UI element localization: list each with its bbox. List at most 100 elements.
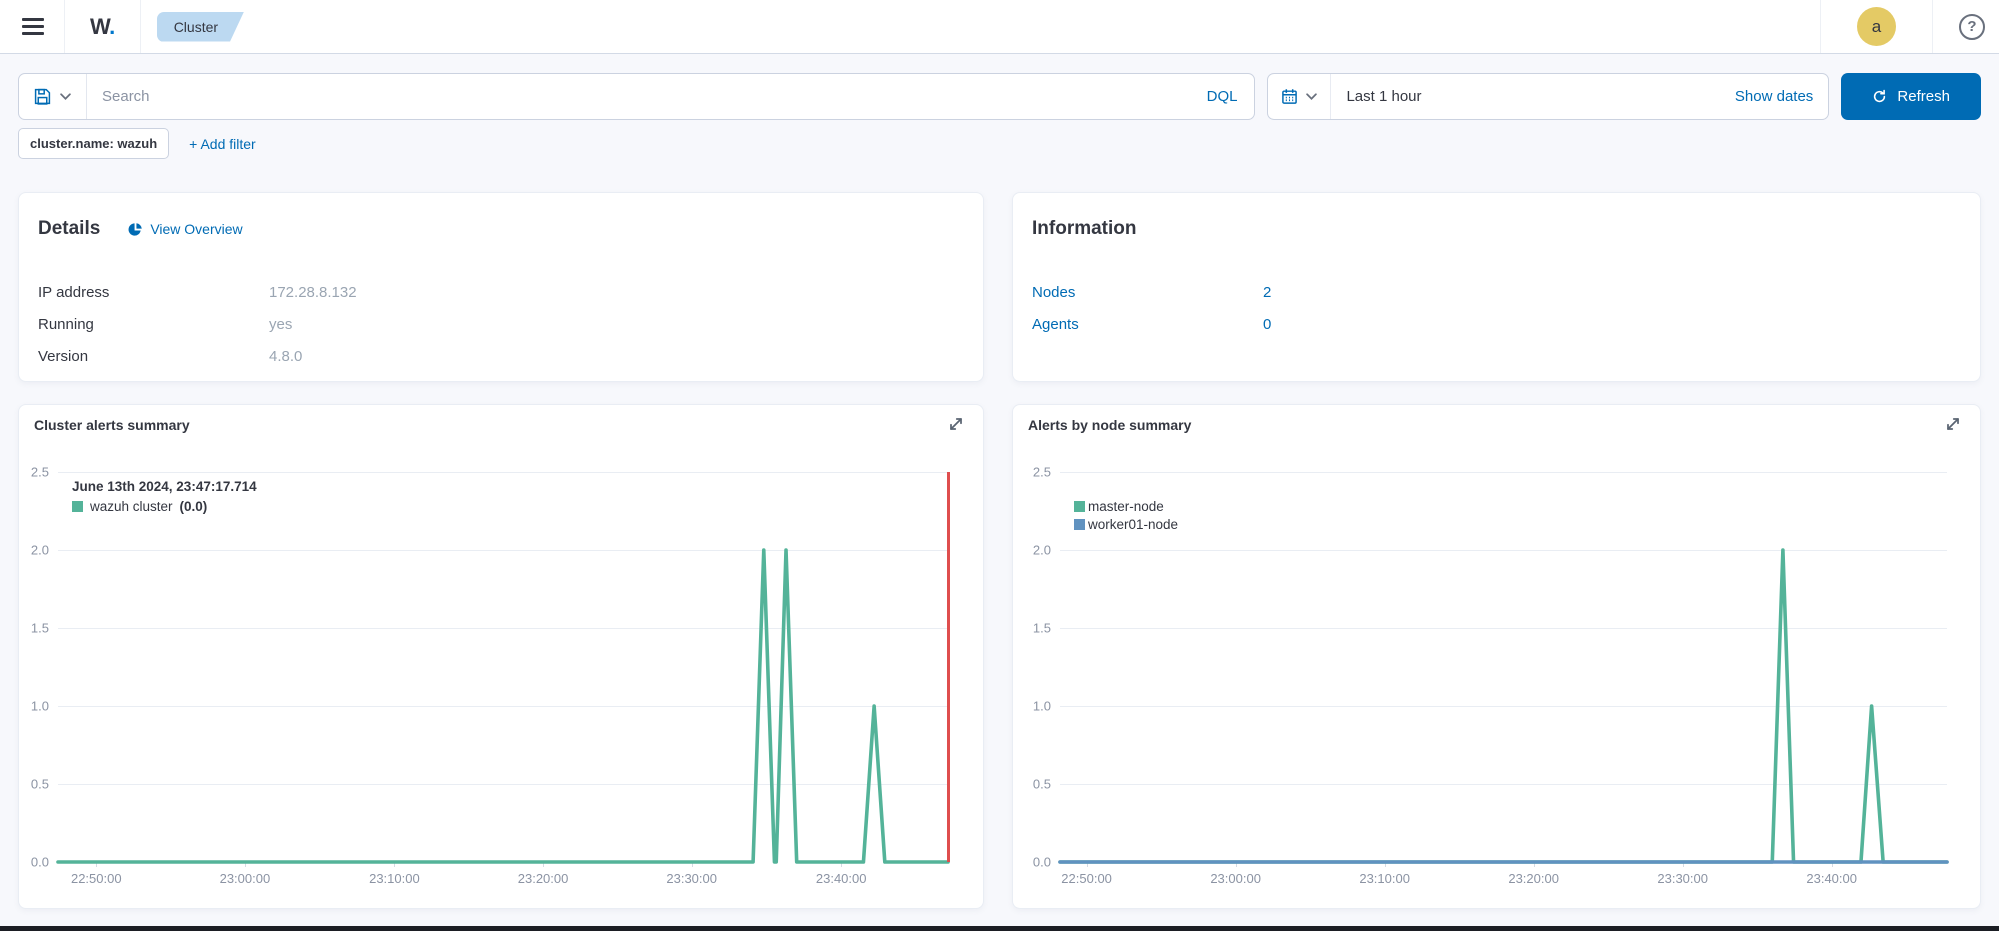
y-axis-label: 1.5 <box>1033 621 1051 636</box>
y-axis-label: 2.5 <box>1033 465 1051 480</box>
nodes-link[interactable]: Nodes <box>1032 284 1263 301</box>
help-icon[interactable]: ? <box>1959 14 1985 40</box>
view-overview-label: View Overview <box>150 221 242 237</box>
alerts-by-node-summary-panel: Alerts by node summary 2.52.01.51.00.50.… <box>1012 404 1981 909</box>
chart-tooltip: June 13th 2024, 23:47:17.714 wazuh clust… <box>72 479 257 514</box>
agents-count: 0 <box>1263 316 1271 333</box>
view-overview-link[interactable]: View Overview <box>128 221 242 237</box>
cluster-alerts-chart-plot[interactable]: 2.52.01.51.00.50.022:50:0023:00:0023:10:… <box>58 472 948 862</box>
series-swatch <box>1074 501 1085 512</box>
series-name: wazuh cluster <box>90 499 173 514</box>
query-language-button[interactable]: DQL <box>1190 88 1255 105</box>
information-row-agents: Agents 0 <box>1032 308 1956 340</box>
legend-item-master-node[interactable]: master-node <box>1074 499 1178 514</box>
x-axis-label: 23:40:00 <box>816 871 867 886</box>
x-axis-label: 22:50:00 <box>1061 871 1112 886</box>
details-panel: Details View Overview IP address 172.28.… <box>18 192 984 382</box>
series-line-wazuh-cluster <box>58 550 948 862</box>
top-navigation-bar: W. Cluster a ? <box>0 0 1999 54</box>
details-row-running: Running yes <box>38 308 959 340</box>
x-axis-label: 23:00:00 <box>1210 871 1261 886</box>
logo-text: W <box>90 14 109 39</box>
refresh-label: Refresh <box>1897 88 1950 105</box>
y-axis-label: 0.5 <box>31 777 49 792</box>
series-name: worker01-node <box>1088 517 1178 532</box>
series-name: master-node <box>1088 499 1164 514</box>
legend-item-worker01-node[interactable]: worker01-node <box>1074 517 1178 532</box>
chart-title: Cluster alerts summary <box>34 417 190 433</box>
series-value: (0.0) <box>180 499 208 514</box>
tooltip-date: June 13th 2024, 23:47:17.714 <box>72 479 257 494</box>
tab-cluster[interactable]: Cluster <box>157 12 244 42</box>
crosshair-line <box>947 472 950 862</box>
chevron-down-icon <box>60 93 71 100</box>
refresh-button[interactable]: Refresh <box>1841 73 1981 120</box>
chart-title: Alerts by node summary <box>1028 417 1191 433</box>
series-swatch <box>72 501 83 512</box>
main-content: Details View Overview IP address 172.28.… <box>0 159 1999 909</box>
row-value: 4.8.0 <box>269 348 302 365</box>
refresh-icon <box>1872 89 1887 104</box>
search-input[interactable] <box>102 88 1190 105</box>
details-row-ip: IP address 172.28.8.132 <box>38 276 959 308</box>
x-axis-label: 23:00:00 <box>220 871 271 886</box>
row-label: Running <box>38 316 269 333</box>
pie-chart-icon <box>128 222 143 237</box>
avatar[interactable]: a <box>1857 7 1896 46</box>
expand-icon[interactable] <box>946 414 966 434</box>
y-axis-label: 2.5 <box>31 465 49 480</box>
chevron-down-icon <box>1306 93 1317 100</box>
calendar-icon <box>1281 88 1298 105</box>
y-axis-label: 1.5 <box>31 621 49 636</box>
row-label: IP address <box>38 284 269 301</box>
x-axis-label: 23:10:00 <box>369 871 420 886</box>
menu-icon[interactable] <box>22 14 44 40</box>
show-dates-link[interactable]: Show dates <box>1735 88 1828 105</box>
y-axis-label: 0.0 <box>31 855 49 870</box>
expand-icon[interactable] <box>1943 414 1963 434</box>
y-axis-label: 2.0 <box>1033 543 1051 558</box>
logo-dot: . <box>109 14 115 39</box>
calendar-dropdown-button[interactable] <box>1268 74 1331 119</box>
y-axis-label: 1.0 <box>1033 699 1051 714</box>
y-axis-label: 0.0 <box>1033 855 1051 870</box>
x-axis-label: 23:10:00 <box>1359 871 1410 886</box>
date-picker: Last 1 hour Show dates <box>1267 73 1829 120</box>
chart-legend: master-node worker01-node <box>1074 499 1178 535</box>
x-axis-label: 23:40:00 <box>1806 871 1857 886</box>
time-range-value[interactable]: Last 1 hour <box>1346 88 1734 105</box>
query-toolbar: DQL Last 1 hour Show dates Refresh <box>0 54 1999 159</box>
x-axis-label: 23:20:00 <box>518 871 569 886</box>
y-axis-label: 2.0 <box>31 543 49 558</box>
divider <box>140 0 141 53</box>
y-axis-label: 0.5 <box>1033 777 1051 792</box>
save-icon <box>34 88 51 105</box>
search-box: DQL <box>18 73 1255 120</box>
add-filter-button[interactable]: + Add filter <box>189 136 256 152</box>
wazuh-logo[interactable]: W. <box>65 14 140 40</box>
row-label: Version <box>38 348 269 365</box>
x-axis-label: 22:50:00 <box>71 871 122 886</box>
saved-query-button[interactable] <box>19 74 87 119</box>
cluster-alerts-summary-panel: Cluster alerts summary 2.52.01.51.00.50.… <box>18 404 984 909</box>
series-line-master-node <box>1060 550 1947 862</box>
x-axis-label: 23:30:00 <box>1657 871 1708 886</box>
y-axis-label: 1.0 <box>31 699 49 714</box>
alerts-by-node-chart-plot[interactable]: 2.52.01.51.00.50.022:50:0023:00:0023:10:… <box>1060 472 1947 862</box>
information-title: Information <box>1032 218 1137 240</box>
nodes-count: 2 <box>1263 284 1271 301</box>
row-value: 172.28.8.132 <box>269 284 357 301</box>
series-swatch <box>1074 519 1085 530</box>
agents-link[interactable]: Agents <box>1032 316 1263 333</box>
series-lines <box>1060 472 1947 862</box>
bottom-edge-bar <box>0 926 1999 931</box>
information-panel: Information Nodes 2 Agents 0 <box>1012 192 1981 382</box>
details-row-version: Version 4.8.0 <box>38 340 959 372</box>
information-row-nodes: Nodes 2 <box>1032 276 1956 308</box>
series-lines <box>58 472 948 862</box>
x-axis-label: 23:30:00 <box>666 871 717 886</box>
filter-chip-cluster-name[interactable]: cluster.name: wazuh <box>18 128 169 159</box>
row-value: yes <box>269 316 292 333</box>
details-title: Details <box>38 218 100 240</box>
x-axis-label: 23:20:00 <box>1508 871 1559 886</box>
